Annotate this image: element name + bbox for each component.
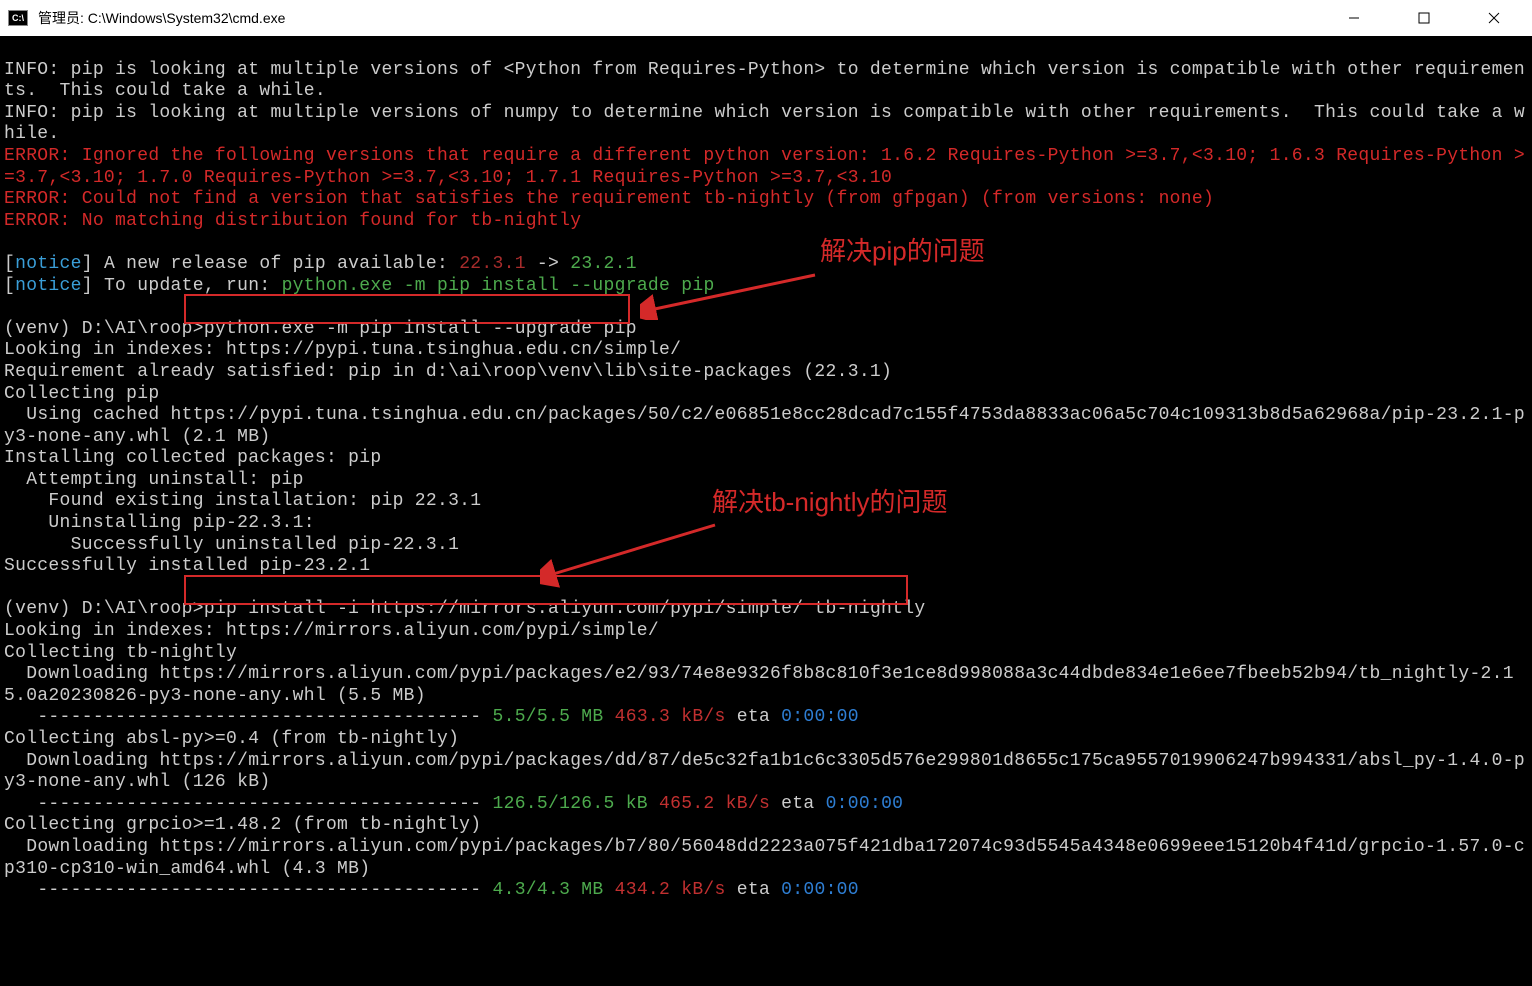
notice-text: ] A new release of pip available: bbox=[82, 254, 459, 274]
output-line: Collecting absl-py>=0.4 (from tb-nightly… bbox=[4, 729, 459, 749]
prompt: (venv) D:\AI\roop> bbox=[4, 319, 204, 339]
progress-size: 126.5/126.5 kB bbox=[492, 794, 647, 814]
notice-label: notice bbox=[15, 276, 82, 296]
output-line: Downloading https://mirrors.aliyun.com/p… bbox=[4, 664, 1514, 706]
bracket: [ bbox=[4, 254, 15, 274]
progress-eta: 0:00:00 bbox=[826, 794, 904, 814]
progress-line: ----------------------------------------… bbox=[4, 794, 903, 814]
output-line: Uninstalling pip-22.3.1: bbox=[4, 513, 315, 533]
notice-text: ] To update, run: bbox=[82, 276, 282, 296]
window-title: 管理员: C:\Windows\System32\cmd.exe bbox=[38, 10, 1334, 27]
info-line: INFO: pip is looking at multiple version… bbox=[4, 60, 1525, 102]
output-line: Downloading https://mirrors.aliyun.com/p… bbox=[4, 837, 1525, 879]
info-line: INFO: pip is looking at multiple version… bbox=[4, 103, 1525, 145]
progress-speed: 434.2 kB/s bbox=[604, 880, 726, 900]
progress-speed: 465.2 kB/s bbox=[648, 794, 770, 814]
bracket: [ bbox=[4, 276, 15, 296]
output-line: Found existing installation: pip 22.3.1 bbox=[4, 491, 481, 511]
output-line: Successfully uninstalled pip-22.3.1 bbox=[4, 535, 459, 555]
close-button[interactable] bbox=[1474, 3, 1514, 33]
output-line: Using cached https://pypi.tuna.tsinghua.… bbox=[4, 405, 1525, 447]
version-old: 22.3.1 bbox=[459, 254, 526, 274]
output-line: Looking in indexes: https://pypi.tuna.ts… bbox=[4, 340, 681, 360]
output-line: Collecting grpcio>=1.48.2 (from tb-night… bbox=[4, 815, 481, 835]
arrow-text: -> bbox=[526, 254, 570, 274]
command-input: pip install -i https://mirrors.aliyun.co… bbox=[204, 599, 926, 619]
version-new: 23.2.1 bbox=[570, 254, 637, 274]
annotation-tbnightly: 解决tb-nightly的问题 bbox=[712, 487, 948, 518]
annotation-pip: 解决pip的问题 bbox=[820, 236, 985, 267]
progress-size: 5.5/5.5 MB bbox=[492, 707, 603, 727]
minimize-button[interactable] bbox=[1334, 3, 1374, 33]
terminal-output[interactable]: INFO: pip is looking at multiple version… bbox=[0, 36, 1532, 904]
output-line: Installing collected packages: pip bbox=[4, 448, 381, 468]
output-line: Collecting tb-nightly bbox=[4, 643, 237, 663]
error-line: ERROR: Could not find a version that sat… bbox=[4, 189, 1214, 209]
progress-line: ----------------------------------------… bbox=[4, 880, 859, 900]
output-line: Successfully installed pip-23.2.1 bbox=[4, 556, 370, 576]
error-line: ERROR: No matching distribution found fo… bbox=[4, 211, 581, 231]
progress-eta: 0:00:00 bbox=[781, 880, 859, 900]
window-titlebar: C:\ 管理员: C:\Windows\System32\cmd.exe bbox=[0, 0, 1532, 36]
output-line: Requirement already satisfied: pip in d:… bbox=[4, 362, 892, 382]
command-input: python.exe -m pip install --upgrade pip bbox=[204, 319, 637, 339]
prompt: (venv) D:\AI\roop> bbox=[4, 599, 204, 619]
output-line: Looking in indexes: https://mirrors.aliy… bbox=[4, 621, 659, 641]
progress-eta: 0:00:00 bbox=[781, 707, 859, 727]
output-line: Attempting uninstall: pip bbox=[4, 470, 304, 490]
maximize-button[interactable] bbox=[1404, 3, 1444, 33]
cmd-icon: C:\ bbox=[8, 10, 28, 26]
progress-size: 4.3/4.3 MB bbox=[492, 880, 603, 900]
notice-label: notice bbox=[15, 254, 82, 274]
progress-line: ----------------------------------------… bbox=[4, 707, 859, 727]
progress-speed: 463.3 kB/s bbox=[604, 707, 726, 727]
output-line: Downloading https://mirrors.aliyun.com/p… bbox=[4, 751, 1525, 793]
notice-cmd: python.exe -m pip install --upgrade pip bbox=[282, 276, 715, 296]
window-controls bbox=[1334, 3, 1524, 33]
error-line: ERROR: Ignored the following versions th… bbox=[4, 146, 1525, 188]
output-line: Collecting pip bbox=[4, 384, 159, 404]
